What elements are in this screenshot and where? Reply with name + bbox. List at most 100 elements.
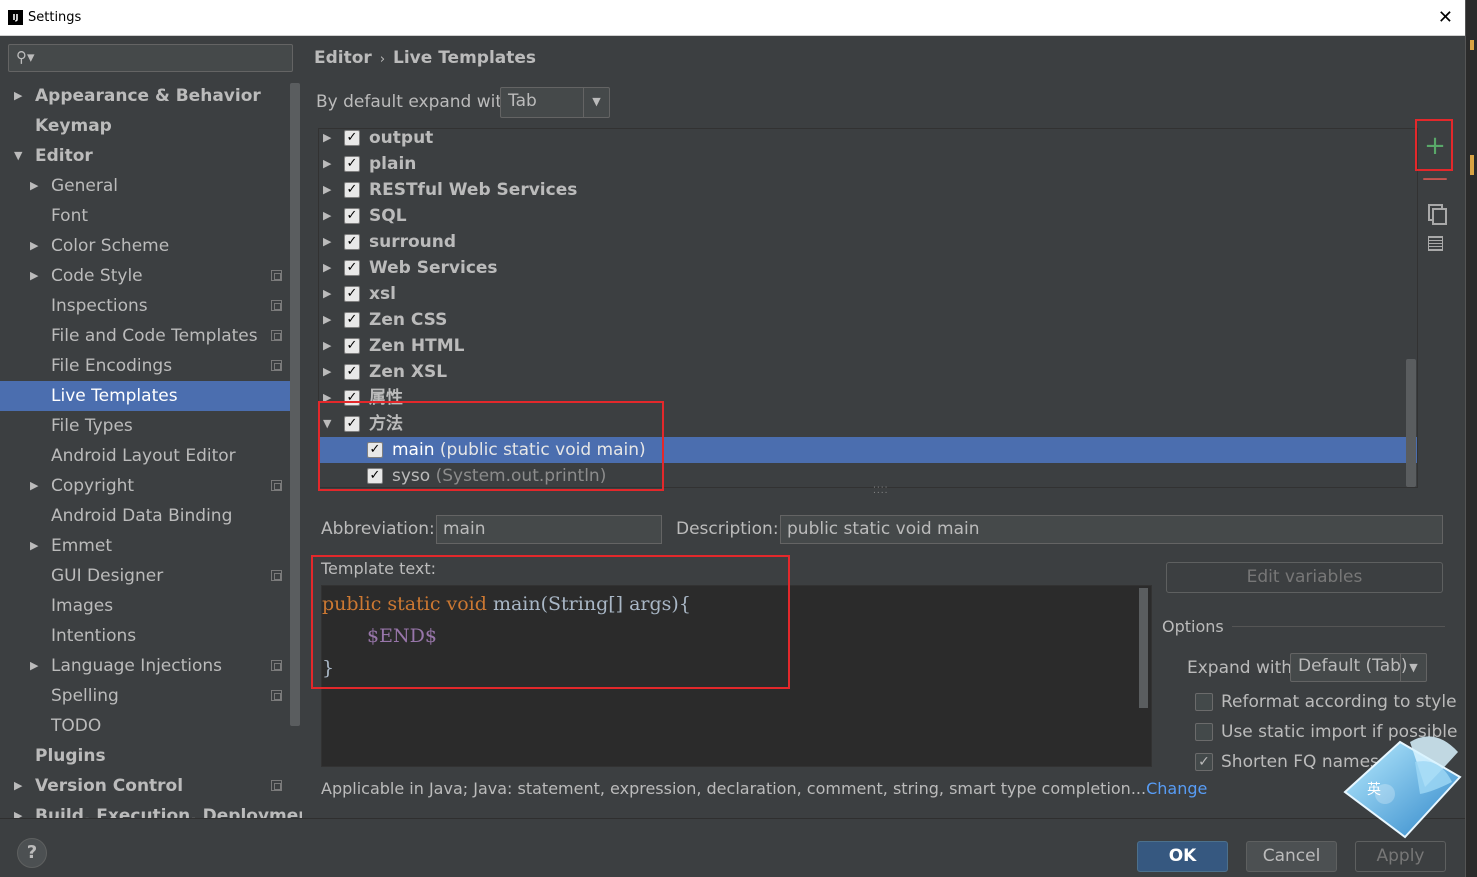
default-expand-select[interactable]: Tab ▼	[500, 87, 610, 118]
collapsed-arrow-icon[interactable]: ▶	[323, 307, 331, 333]
sidebar-item[interactable]: File and Code Templates	[0, 321, 302, 351]
remove-template-button[interactable]: —	[1422, 165, 1448, 194]
template-group[interactable]: ▶ ✓ xsl	[319, 281, 1417, 307]
sidebar-item[interactable]: Font	[0, 201, 302, 231]
search-input[interactable]: ⚲▾	[8, 44, 293, 72]
template-checkbox[interactable]: ✓	[344, 182, 360, 198]
collapsed-arrow-icon[interactable]: ▶	[30, 471, 38, 501]
template-group[interactable]: ▶ ✓ RESTful Web Services	[319, 177, 1417, 203]
collapsed-arrow-icon[interactable]: ▶	[30, 531, 38, 561]
expanded-arrow-icon[interactable]: ▼	[14, 141, 22, 171]
abbreviation-field[interactable]: main	[436, 515, 662, 544]
collapsed-arrow-icon[interactable]: ▶	[323, 359, 331, 385]
reformat-checkbox[interactable]	[1195, 693, 1213, 711]
collapsed-arrow-icon[interactable]: ▶	[323, 385, 331, 411]
restore-defaults-icon[interactable]	[1422, 230, 1448, 256]
collapsed-arrow-icon[interactable]: ▶	[323, 229, 331, 255]
expanded-arrow-icon[interactable]: ▼	[323, 411, 331, 437]
sidebar-item[interactable]: ▶ General	[0, 171, 302, 201]
template-group[interactable]: ▶ ✓ Web Services	[319, 255, 1417, 281]
template-checkbox[interactable]: ✓	[344, 416, 360, 432]
template-group[interactable]: ▶ ✓ output	[319, 129, 1417, 151]
collapsed-arrow-icon[interactable]: ▶	[323, 177, 331, 203]
cancel-button[interactable]: Cancel	[1246, 841, 1337, 872]
sidebar-item[interactable]: Images	[0, 591, 302, 621]
template-group[interactable]: ▶ ✓ surround	[319, 229, 1417, 255]
template-group[interactable]: ▶ ✓ Zen HTML	[319, 333, 1417, 359]
shorten-fq-checkbox[interactable]: ✓	[1195, 753, 1213, 771]
sidebar-item[interactable]: ▶ Appearance & Behavior	[0, 81, 302, 111]
add-template-button[interactable]: +	[1422, 133, 1448, 161]
collapsed-arrow-icon[interactable]: ▶	[323, 333, 331, 359]
sidebar-item[interactable]: Android Data Binding	[0, 501, 302, 531]
collapsed-arrow-icon[interactable]: ▶	[30, 651, 38, 681]
sidebar-item[interactable]: Intentions	[0, 621, 302, 651]
edit-variables-button[interactable]: Edit variables	[1166, 562, 1443, 593]
collapsed-arrow-icon[interactable]: ▶	[323, 255, 331, 281]
ime-badge-icon[interactable]: 英	[1340, 722, 1465, 842]
template-checkbox[interactable]: ✓	[344, 156, 360, 172]
collapsed-arrow-icon[interactable]: ▶	[30, 261, 38, 291]
collapsed-arrow-icon[interactable]: ▶	[14, 801, 22, 818]
template-checkbox[interactable]: ✓	[367, 442, 383, 458]
change-context-link[interactable]: Change	[1146, 779, 1207, 798]
sidebar-item[interactable]: Spelling	[0, 681, 302, 711]
template-item[interactable]: ✓ main (public static void main)	[319, 437, 1417, 463]
template-text-editor[interactable]: public static void main(String[] args){ …	[321, 585, 1152, 767]
sidebar-item[interactable]: Keymap	[0, 111, 302, 141]
collapsed-arrow-icon[interactable]: ▶	[323, 203, 331, 229]
sidebar-item[interactable]: ▶ Language Injections	[0, 651, 302, 681]
sidebar-item[interactable]: Live Templates	[0, 381, 290, 411]
collapsed-arrow-icon[interactable]: ▶	[14, 81, 22, 111]
sidebar-item[interactable]: TODO	[0, 711, 302, 741]
sidebar-item[interactable]: ▼ Editor	[0, 141, 302, 171]
template-checkbox[interactable]: ✓	[344, 312, 360, 328]
sidebar-item[interactable]: Inspections	[0, 291, 302, 321]
template-checkbox[interactable]: ✓	[344, 130, 360, 146]
template-checkbox[interactable]: ✓	[344, 390, 360, 406]
sidebar-item[interactable]: ▶ Build, Execution, Deployment	[0, 801, 302, 818]
sidebar-item[interactable]: Android Layout Editor	[0, 441, 302, 471]
sidebar-item[interactable]: File Encodings	[0, 351, 302, 381]
template-group[interactable]: ▶ ✓ 属性	[319, 385, 1417, 411]
sidebar-item[interactable]: ▶ Color Scheme	[0, 231, 302, 261]
sidebar-item[interactable]: ▶ Emmet	[0, 531, 302, 561]
help-button[interactable]: ?	[17, 838, 47, 868]
template-checkbox[interactable]: ✓	[344, 286, 360, 302]
sidebar-item[interactable]: ▶ Version Control	[0, 771, 302, 801]
template-checkbox[interactable]: ✓	[344, 364, 360, 380]
template-checkbox[interactable]: ✓	[344, 338, 360, 354]
template-item[interactable]: ✓ syso (System.out.println)	[319, 463, 1417, 487]
template-group[interactable]: ▼ ✓ 方法	[319, 411, 1417, 437]
sidebar-item[interactable]: ▶ Copyright	[0, 471, 302, 501]
template-checkbox[interactable]: ✓	[344, 234, 360, 250]
collapsed-arrow-icon[interactable]: ▶	[323, 129, 331, 151]
sidebar-item[interactable]: GUI Designer	[0, 561, 302, 591]
collapsed-arrow-icon[interactable]: ▶	[323, 281, 331, 307]
description-field[interactable]: public static void main	[780, 515, 1443, 544]
sidebar-item[interactable]: ▶ Code Style	[0, 261, 302, 291]
collapsed-arrow-icon[interactable]: ▶	[14, 771, 22, 801]
collapsed-arrow-icon[interactable]: ▶	[30, 231, 38, 261]
template-checkbox[interactable]: ✓	[344, 260, 360, 276]
sidebar-scrollbar[interactable]	[290, 83, 300, 726]
ok-button[interactable]: OK	[1137, 841, 1228, 872]
template-group[interactable]: ▶ ✓ SQL	[319, 203, 1417, 229]
template-group[interactable]: ▶ ✓ plain	[319, 151, 1417, 177]
sidebar-item[interactable]: File Types	[0, 411, 302, 441]
template-checkbox[interactable]: ✓	[367, 468, 383, 484]
template-checkbox[interactable]: ✓	[344, 208, 360, 224]
expand-with-select[interactable]: Default (Tab) ▼	[1290, 653, 1427, 682]
collapsed-arrow-icon[interactable]: ▶	[323, 151, 331, 177]
copy-icon[interactable]	[1422, 200, 1448, 226]
splitter-handle[interactable]: ⁚⁚⁚⁚	[873, 486, 888, 496]
sidebar-item[interactable]: Plugins	[0, 741, 302, 771]
template-group[interactable]: ▶ ✓ Zen CSS	[319, 307, 1417, 333]
templates-scrollbar[interactable]	[1406, 359, 1416, 487]
apply-button[interactable]: Apply	[1355, 841, 1446, 872]
static-import-checkbox[interactable]	[1195, 723, 1213, 741]
template-group[interactable]: ▶ ✓ Zen XSL	[319, 359, 1417, 385]
editor-scrollbar[interactable]	[1139, 588, 1148, 708]
collapsed-arrow-icon[interactable]: ▶	[30, 171, 38, 201]
close-icon[interactable]: ✕	[1438, 7, 1453, 28]
